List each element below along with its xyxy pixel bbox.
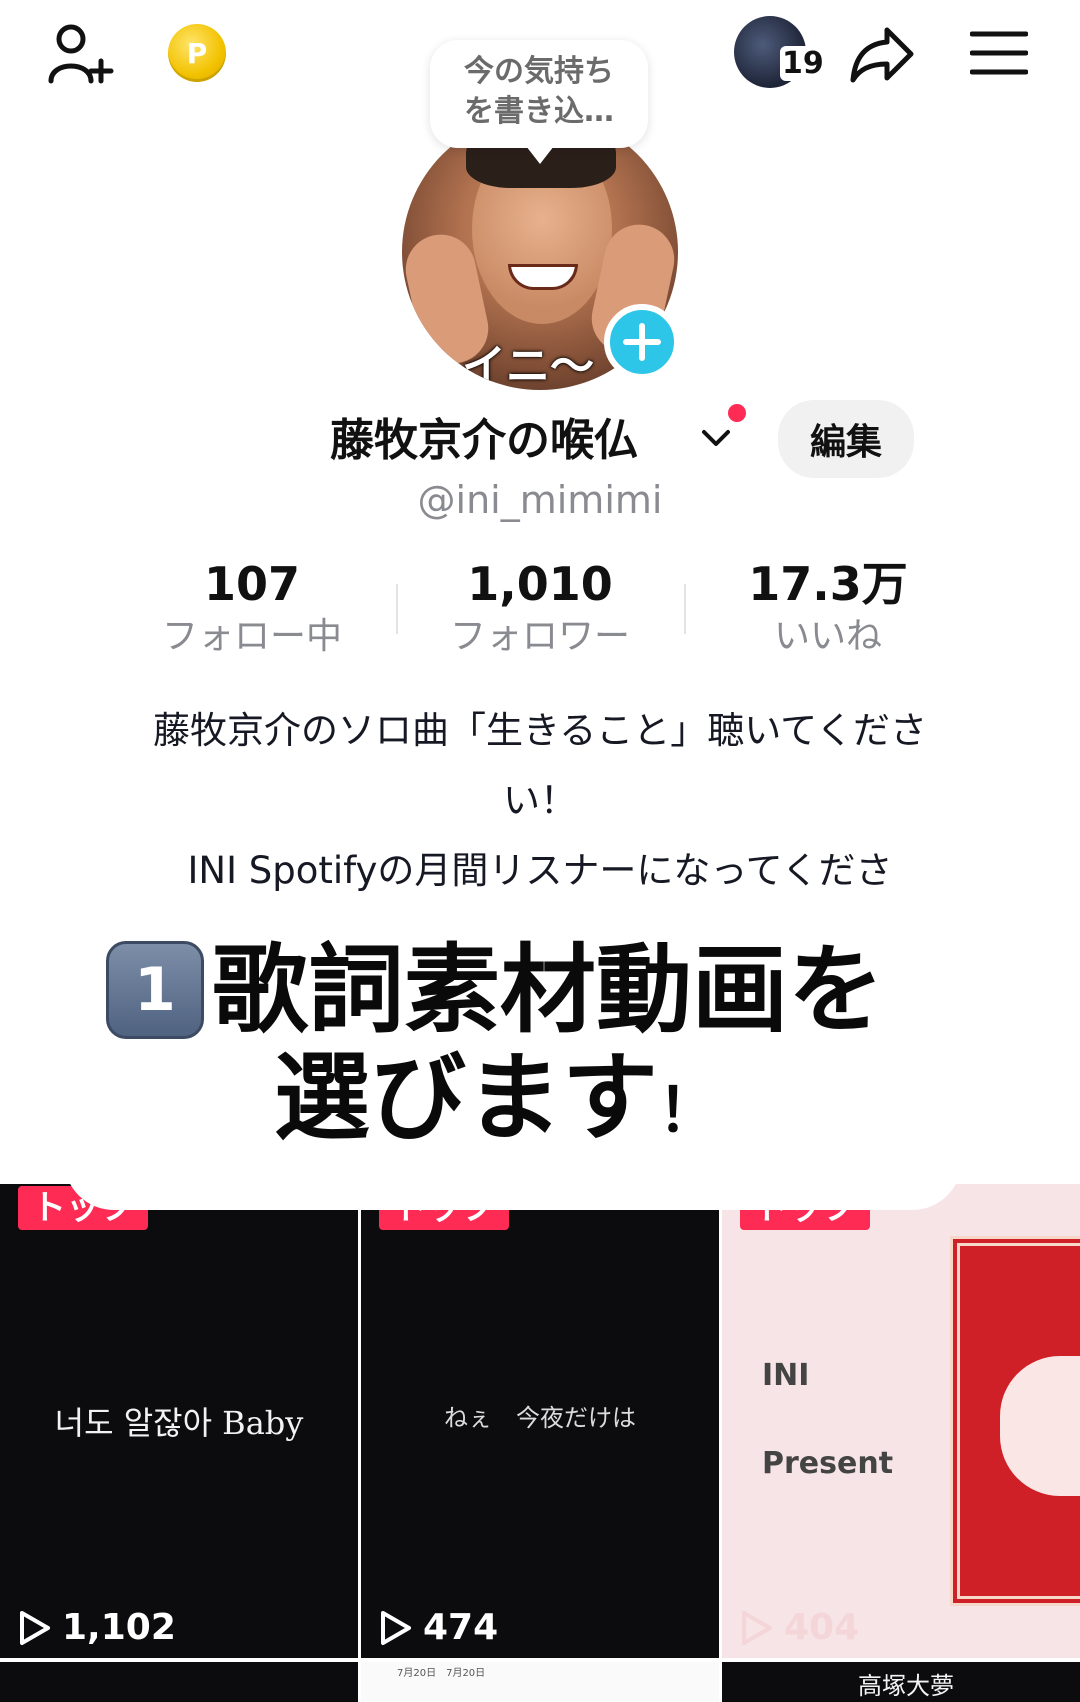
- coin-icon[interactable]: P: [168, 24, 226, 82]
- stat-followers[interactable]: 1,010 フォロワー: [396, 556, 684, 666]
- stat-following[interactable]: 107 フォロー中: [108, 556, 396, 666]
- bio-line-1: 藤牧京介のソロ曲「生きること」聴いてくださ: [152, 709, 928, 752]
- view-count: 1,102: [18, 1607, 176, 1648]
- play-icon: [381, 1610, 411, 1645]
- keycap-number-icon: 1: [106, 941, 204, 1039]
- story-count-badge: 19: [780, 46, 826, 81]
- profile-name[interactable]: 藤牧京介の喉仏: [330, 404, 638, 468]
- instruction-overlay: 1 歌詞素材動画を 選びます！: [106, 936, 966, 1165]
- stat-label: いいね: [773, 616, 882, 657]
- video-tile[interactable]: トップ 너도 알잖아 Baby 1,102: [0, 1184, 358, 1658]
- menu-button[interactable]: [966, 22, 1032, 84]
- chevron-down-icon[interactable]: [698, 420, 734, 456]
- stat-value: 1,010: [467, 557, 613, 611]
- instruction-text-2: 選びます: [274, 1042, 658, 1154]
- view-count-value: 1,102: [62, 1607, 176, 1648]
- video-tile[interactable]: [0, 1662, 358, 1702]
- video-grid: トップ 너도 알잖아 Baby 1,102 トップ ねぇ 今夜だけは 474 ト…: [0, 1184, 1080, 1702]
- view-count: 404: [740, 1607, 859, 1648]
- video-caption: ねぇ 今夜だけは: [444, 1404, 636, 1432]
- add-user-icon: [48, 24, 114, 84]
- video-caption: 高塚大夢: [858, 1672, 954, 1700]
- view-count: 474: [379, 1607, 498, 1648]
- status-note-bubble[interactable]: 今の気持ち を書き込…: [430, 40, 648, 164]
- plus-icon: [623, 323, 661, 361]
- video-caption: 너도 알잖아 Baby: [54, 1404, 304, 1442]
- add-friend-button[interactable]: [40, 14, 120, 94]
- heart-shape: [1000, 1356, 1080, 1496]
- menu-icon: [970, 31, 1028, 75]
- instruction-text-1: 歌詞素材動画を: [212, 934, 884, 1046]
- card-image: [950, 1236, 1080, 1606]
- profile-bio[interactable]: 藤牧京介のソロ曲「生きること」聴いてくださ い！ INI Spotifyの月間リ…: [90, 696, 990, 906]
- video-caption-line-2: Present: [762, 1446, 894, 1481]
- instruction-line-2: 選びます！: [106, 1044, 966, 1165]
- view-count-value: 474: [423, 1607, 499, 1648]
- username-handle: @ini_mimimi: [417, 478, 663, 522]
- play-icon: [20, 1610, 50, 1645]
- avatar-caption: イニ～: [462, 341, 594, 390]
- share-button[interactable]: [846, 18, 918, 90]
- stat-value: 17.3万: [748, 557, 908, 611]
- video-tile[interactable]: トップ INI Present 404: [722, 1184, 1080, 1658]
- share-icon: [850, 27, 914, 83]
- view-count-value: 404: [784, 1607, 860, 1648]
- profile-stats: 107 フォロー中 1,010 フォロワー 17.3万 いいね: [108, 556, 972, 666]
- bio-line-2: い！: [503, 779, 577, 822]
- edit-profile-button[interactable]: 編集: [778, 400, 914, 478]
- notification-dot: [728, 404, 746, 422]
- play-icon: [742, 1610, 772, 1645]
- video-caption: 7月20日 7月20日: [397, 1668, 486, 1679]
- video-tile[interactable]: 7月20日 7月20日: [361, 1662, 719, 1702]
- instruction-line-1: 1 歌詞素材動画を: [106, 936, 966, 1044]
- stat-value: 107: [203, 557, 301, 611]
- video-caption-line-1: INI: [762, 1358, 810, 1393]
- stat-label: フォロワー: [449, 616, 630, 657]
- video-tile[interactable]: トップ ねぇ 今夜だけは 474: [361, 1184, 719, 1658]
- bubble-line-2: を書き込…: [464, 94, 614, 129]
- bubble-line-1: 今の気持ち: [464, 54, 614, 89]
- stat-likes[interactable]: 17.3万 いいね: [684, 556, 972, 666]
- video-tile[interactable]: 高塚大夢: [722, 1662, 1080, 1702]
- avatar-add-button[interactable]: [604, 304, 680, 380]
- instruction-exclamation: ！: [658, 1076, 718, 1146]
- stat-label: フォロー中: [161, 616, 342, 657]
- bio-line-3: INI Spotifyの月間リスナーになってくださ: [187, 849, 893, 892]
